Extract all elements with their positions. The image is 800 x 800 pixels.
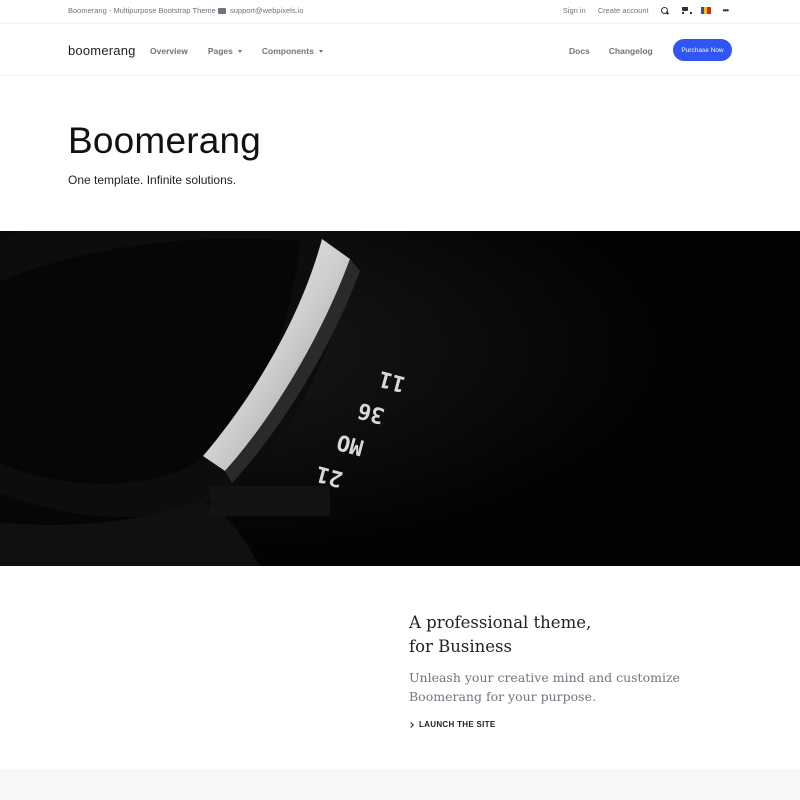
nav-item-label: Pages — [207, 46, 233, 56]
top-bar-actions: Sign in Create account ••• — [563, 6, 729, 15]
chevron-right-icon — [408, 721, 414, 728]
next-section-strip — [0, 770, 800, 800]
flag-icon[interactable] — [700, 7, 711, 14]
nav-item-components[interactable]: Components — [262, 46, 323, 56]
purchase-now-button[interactable]: Purchase Now — [673, 39, 732, 61]
create-account-link[interactable]: Create account — [598, 6, 649, 15]
feature-title-line: A professional theme, — [409, 613, 592, 632]
caret-down-icon — [237, 49, 242, 53]
brand-logo[interactable]: boomerang — [68, 43, 136, 58]
nav-item-label: Components — [261, 46, 314, 56]
support-email-text[interactable]: support@webpixels.io — [230, 6, 303, 15]
support-email[interactable]: support@webpixels.io — [218, 6, 303, 15]
nav-left-menu: Overview Pages Components — [150, 46, 323, 56]
watch-closeup-image: 21 MO 36 11 — [0, 231, 800, 566]
hero-title: Boomerang — [68, 120, 262, 161]
nav-item-docs[interactable]: Docs — [569, 46, 590, 56]
search-icon[interactable] — [660, 6, 669, 15]
hero-image-band: 21 MO 36 11 — [0, 231, 800, 566]
feature-text-line: Unleash your creative mind and customize — [409, 670, 680, 685]
more-icon[interactable]: ••• — [723, 6, 729, 15]
top-bar: Boomerang - Multipurpose Bootstrap Theme… — [0, 0, 800, 24]
launch-site-link[interactable]: LAUNCH THE SITE — [408, 720, 496, 729]
feature-title: A professional theme, for Business — [409, 611, 709, 659]
nav-item-label: Docs — [569, 46, 590, 56]
sign-in-link[interactable]: Sign in — [563, 6, 586, 15]
feature-title-line: for Business — [409, 637, 512, 656]
feature-description: Unleash your creative mind and customize… — [409, 668, 709, 706]
nav-item-changelog[interactable]: Changelog — [609, 46, 653, 56]
nav-item-pages[interactable]: Pages — [208, 46, 242, 56]
nav-item-label: Changelog — [608, 46, 653, 56]
site-title-text: Boomerang - Multipurpose Bootstrap Theme — [68, 6, 216, 15]
main-navbar: boomerang Overview Pages Components Docs… — [0, 25, 800, 76]
nav-item-overview[interactable]: Overview — [150, 46, 188, 56]
cart-icon[interactable] — [681, 7, 692, 14]
hero-subtitle: One template. Infinite solutions. — [68, 173, 237, 187]
nav-right-menu: Docs Changelog — [569, 46, 653, 56]
launch-site-label: LAUNCH THE SITE — [419, 720, 496, 729]
feature-text-line: Boomerang for your purpose. — [409, 689, 596, 704]
caret-down-icon — [318, 49, 323, 53]
nav-item-label: Overview — [150, 46, 188, 56]
envelope-icon — [218, 7, 226, 14]
